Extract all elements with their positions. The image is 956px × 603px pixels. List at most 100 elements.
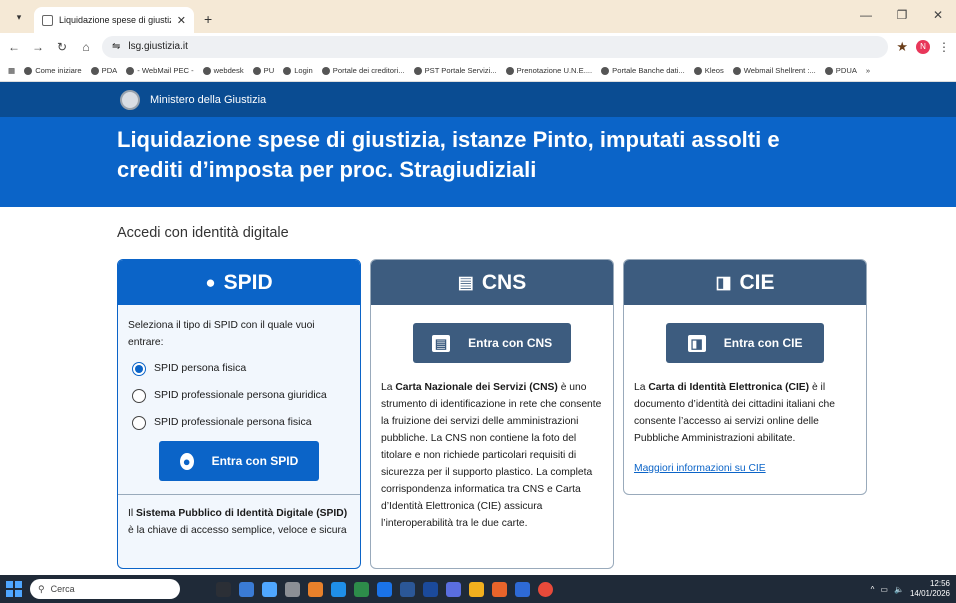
bookmark-item[interactable]: Login <box>283 66 313 75</box>
browser-tab-strip: ▾ Liquidazione spese di giustizia ✕ + — … <box>0 0 956 33</box>
radio-icon[interactable] <box>132 415 146 430</box>
card-icon: ▤ <box>457 272 474 292</box>
app-icon[interactable] <box>492 581 507 597</box>
kleos-icon[interactable] <box>423 581 438 597</box>
app-icon[interactable] <box>239 581 254 597</box>
login-section: Accedi con identità digitale ● SPID Sele… <box>0 207 956 569</box>
page-content: Ministero della Giustizia Liquidazione s… <box>0 82 956 575</box>
excel-icon[interactable] <box>354 581 369 597</box>
url-text: lsg.giustizia.it <box>128 41 188 52</box>
app-icon[interactable] <box>446 581 461 597</box>
reload-icon[interactable]: ↻ <box>54 40 70 54</box>
bookmark-item[interactable]: Portale dei creditori... <box>321 66 405 75</box>
ministry-name[interactable]: Ministero della Giustizia <box>150 94 266 106</box>
url-input[interactable]: ⇋ lsg.giustizia.it <box>102 35 889 58</box>
bookmark-item[interactable]: webdesk <box>202 66 244 75</box>
cie-title: CIE <box>739 270 775 294</box>
menu-icon[interactable]: ⋮ <box>938 40 950 54</box>
spid-description: Il Sistema Pubblico di Identità Digitale… <box>118 494 360 539</box>
bookmark-item[interactable]: PDUA <box>824 66 857 75</box>
entra-con-cns-button[interactable]: ▤ Entra con CNS <box>413 323 571 363</box>
bookmarks-bar: ▦ Come iniziare PDA - WebMail PEC - webd… <box>0 60 956 82</box>
bookmark-item[interactable]: - WebMail PEC - <box>126 66 194 75</box>
restore-icon[interactable]: ❐ <box>884 8 920 22</box>
spid-title: SPID <box>223 270 273 294</box>
app-icon[interactable] <box>377 581 392 597</box>
bookmark-star-icon[interactable]: ★ <box>896 39 908 55</box>
app-icon[interactable] <box>285 581 300 597</box>
tray-chevron-icon[interactable]: ^ <box>871 585 875 594</box>
firefox-icon[interactable] <box>308 581 323 597</box>
window-controls: — ❐ ✕ <box>848 0 956 30</box>
entra-con-cie-button[interactable]: ◨ Entra con CIE <box>666 323 824 363</box>
edge-icon[interactable] <box>331 581 346 597</box>
section-title: Accedi con identità digitale <box>117 225 289 241</box>
cns-card-header: ▤ CNS <box>371 260 613 305</box>
bookmark-item[interactable]: Portale Banche dati... <box>601 66 685 75</box>
republic-emblem-icon <box>120 89 140 110</box>
spid-option-prof-fisica[interactable]: SPID professionale persona fisica <box>132 414 350 431</box>
back-icon[interactable]: ← <box>6 40 22 54</box>
bookmark-item[interactable]: PST Portale Servizi... <box>413 66 497 75</box>
taskbar-apps <box>216 581 553 597</box>
address-bar-row: ← → ↻ ⌂ ⇋ lsg.giustizia.it ★ N ⋮ <box>0 33 956 60</box>
cie-card: ◨ CIE ◨ Entra con CIE La Carta di Identi… <box>623 259 867 495</box>
spid-option-prof-giuridica[interactable]: SPID professionale persona giuridica <box>132 387 350 404</box>
radio-selected-icon[interactable] <box>132 361 146 376</box>
profile-avatar[interactable]: N <box>916 39 930 54</box>
spid-option-persona-fisica[interactable]: SPID persona fisica <box>132 360 350 377</box>
windows-start-icon[interactable] <box>6 581 22 597</box>
app-icon[interactable] <box>515 581 530 597</box>
bookmark-item[interactable]: PDA <box>90 66 117 75</box>
app-icon[interactable] <box>262 581 277 597</box>
home-icon[interactable]: ⌂ <box>78 40 94 54</box>
tab-search-dropdown-icon[interactable]: ▾ <box>8 6 30 28</box>
clock[interactable]: 12:56 14/01/2026 <box>910 579 950 599</box>
bookmark-item[interactable]: Come iniziare <box>24 66 82 75</box>
chrome-icon[interactable] <box>538 581 553 597</box>
bookmark-item[interactable]: Prenotazione U.N.E.... <box>505 66 592 75</box>
forward-icon[interactable]: → <box>30 40 46 54</box>
spid-card: ● SPID Seleziona il tipo di SPID con il … <box>117 259 361 569</box>
cns-title: CNS <box>481 270 527 294</box>
volume-icon[interactable]: 🔈 <box>894 585 904 594</box>
entra-con-spid-button[interactable]: ● Entra con SPID <box>159 441 319 481</box>
tab-favicon-icon <box>42 14 53 26</box>
word-icon[interactable] <box>400 581 415 597</box>
tab-title: Liquidazione spese di giustizia <box>59 15 171 25</box>
hero-banner: Liquidazione spese di giustizia, istanze… <box>0 117 956 207</box>
browser-tab[interactable]: Liquidazione spese di giustizia ✕ <box>34 7 194 33</box>
system-tray: ^ ▭ 🔈 12:56 14/01/2026 <box>871 579 950 599</box>
task-view-icon[interactable] <box>216 581 231 597</box>
bookmarks-more-icon[interactable]: » <box>866 66 870 75</box>
cns-card: ▤ CNS ▤ Entra con CNS La Carta Nazionale… <box>370 259 614 569</box>
radio-icon[interactable] <box>132 388 146 403</box>
bookmark-item[interactable]: PU <box>252 66 274 75</box>
cns-description: La Carta Nazionale dei Servizi (CNS) è u… <box>381 382 602 529</box>
search-icon: ⚲ <box>38 583 45 594</box>
clock-time: 12:56 <box>929 579 950 588</box>
network-icon[interactable]: ▭ <box>880 585 888 594</box>
new-tab-icon[interactable]: + <box>204 11 212 27</box>
minimize-icon[interactable]: — <box>848 8 884 22</box>
spid-intro: Seleziona il tipo di SPID con il quale v… <box>128 320 315 348</box>
cie-info-link[interactable]: Maggiori informazioni su CIE <box>634 460 856 477</box>
ministry-header: Ministero della Giustizia <box>0 82 956 117</box>
cie-icon: ◨ <box>715 272 732 292</box>
close-window-icon[interactable]: ✕ <box>920 8 956 22</box>
apps-grid-icon[interactable]: ▦ <box>8 66 15 75</box>
spid-user-icon: ● <box>205 272 216 292</box>
taskbar-search-input[interactable]: ⚲ Cerca <box>30 579 180 599</box>
page-title-line1: Liquidazione spese di giustizia, istanze… <box>117 127 780 152</box>
bookmark-item[interactable]: Webmail Shellrent :... <box>732 66 816 75</box>
spid-card-header: ● SPID <box>118 260 360 305</box>
page-title-line2: crediti d’imposta per proc. Stragiudizia… <box>117 157 537 182</box>
card-icon: ▤ <box>431 334 451 352</box>
folder-icon[interactable] <box>469 581 484 597</box>
bookmark-item[interactable]: Kleos <box>693 66 724 75</box>
spid-user-icon: ● <box>179 452 194 470</box>
cie-icon: ◨ <box>687 334 706 352</box>
clock-date: 14/01/2026 <box>909 589 950 598</box>
site-info-icon[interactable]: ⇋ <box>112 41 120 52</box>
tab-close-icon[interactable]: ✕ <box>177 14 186 27</box>
